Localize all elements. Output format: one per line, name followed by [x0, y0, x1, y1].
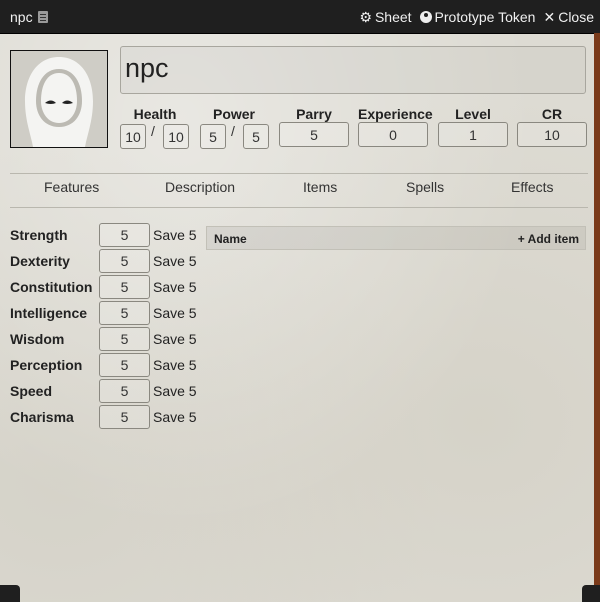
tabs-bottom-divider — [10, 207, 588, 208]
attribute-label: Strength — [10, 227, 68, 243]
header-actions: ⚙ Sheet Prototype Token ✕ Close — [359, 9, 594, 25]
level-label: Level — [455, 106, 491, 122]
attribute-row-constitution: Constitution 5 Save 5 — [10, 275, 200, 299]
power-value-input[interactable]: 5 — [200, 124, 226, 149]
prototype-token-button[interactable]: Prototype Token — [419, 8, 536, 25]
window-title: npc — [10, 9, 48, 25]
window-title-text: npc — [10, 8, 33, 25]
resize-handle[interactable] — [582, 585, 600, 602]
sheet-button-label: Sheet — [374, 8, 412, 25]
attribute-row-wisdom: Wisdom 5 Save 5 — [10, 327, 200, 351]
attribute-save[interactable]: Save 5 — [153, 227, 197, 243]
parry-label: Parry — [296, 106, 332, 122]
items-name-column-header: Name — [214, 232, 247, 246]
attribute-save[interactable]: Save 5 — [153, 305, 197, 321]
power-max-input[interactable]: 5 — [243, 124, 269, 149]
tabs-top-divider — [10, 173, 588, 174]
parry-stat: Parry 5 — [279, 106, 349, 147]
power-separator: / — [231, 123, 235, 139]
attribute-save[interactable]: Save 5 — [153, 279, 197, 295]
experience-input[interactable]: 0 — [358, 122, 428, 147]
attribute-save[interactable]: Save 5 — [153, 357, 197, 373]
document-id-icon[interactable] — [37, 10, 48, 23]
sheet-tabs: Features Description Items Spells Effect… — [10, 179, 588, 201]
window-edge-strip — [594, 33, 600, 602]
actor-name-input[interactable]: npc — [120, 46, 586, 94]
attribute-value-input[interactable]: 5 — [99, 223, 150, 247]
attribute-label: Dexterity — [10, 253, 70, 269]
attribute-row-strength: Strength 5 Save 5 — [10, 223, 200, 247]
attribute-value-input[interactable]: 5 — [99, 275, 150, 299]
tab-spells[interactable]: Spells — [406, 179, 444, 195]
experience-stat: Experience 0 — [358, 106, 433, 147]
attribute-row-perception: Perception 5 Save 5 — [10, 353, 200, 377]
attribute-row-intelligence: Intelligence 5 Save 5 — [10, 301, 200, 325]
attribute-label: Wisdom — [10, 331, 65, 347]
attribute-value-input[interactable]: 5 — [99, 249, 150, 273]
prototype-token-label: Prototype Token — [434, 8, 536, 25]
attribute-save[interactable]: Save 5 — [153, 253, 197, 269]
close-button[interactable]: ✕ Close — [543, 9, 594, 25]
close-icon: ✕ — [543, 8, 556, 25]
items-table-header: Name + Add item — [206, 226, 586, 250]
window-titlebar[interactable]: npc ⚙ Sheet Prototype Token ✕ Close — [0, 0, 600, 34]
attribute-value-input[interactable]: 5 — [99, 353, 150, 377]
hooded-figure-icon — [25, 57, 93, 147]
attribute-value-input[interactable]: 5 — [99, 379, 150, 403]
tab-effects[interactable]: Effects — [511, 179, 554, 195]
cr-input[interactable]: 10 — [517, 122, 587, 147]
power-stat: Power — [199, 106, 269, 122]
level-input[interactable]: 1 — [438, 122, 508, 147]
actor-sheet-window: npc ⚙ Sheet Prototype Token ✕ Close npc … — [0, 0, 600, 602]
attribute-row-dexterity: Dexterity 5 Save 5 — [10, 249, 200, 273]
health-value-input[interactable]: 10 — [120, 124, 146, 149]
cr-label: CR — [541, 106, 563, 122]
attribute-label: Intelligence — [10, 305, 88, 321]
sheet-button[interactable]: ⚙ Sheet — [359, 9, 411, 25]
add-item-button[interactable]: + Add item — [518, 232, 579, 246]
attribute-label: Speed — [10, 383, 53, 399]
attribute-value-input[interactable]: 5 — [99, 301, 150, 325]
user-circle-icon — [419, 10, 432, 23]
tab-items[interactable]: Items — [303, 179, 337, 195]
attribute-row-speed: Speed 5 Save 5 — [10, 379, 200, 403]
attribute-label: Charisma — [10, 409, 74, 425]
attribute-row-charisma: Charisma 5 Save 5 — [10, 405, 200, 429]
attribute-value-input[interactable]: 5 — [99, 327, 150, 351]
attribute-value-input[interactable]: 5 — [99, 405, 150, 429]
tab-description[interactable]: Description — [165, 179, 235, 195]
health-label: Health — [133, 106, 177, 122]
health-stat: Health — [120, 106, 190, 122]
gear-icon: ⚙ — [359, 8, 372, 25]
close-button-label: Close — [558, 8, 594, 25]
tab-features[interactable]: Features — [44, 179, 99, 195]
power-label: Power — [212, 106, 255, 122]
experience-label: Experience — [358, 106, 433, 122]
cr-stat: CR 10 — [517, 106, 587, 147]
attribute-save[interactable]: Save 5 — [153, 409, 197, 425]
level-stat: Level 1 — [438, 106, 508, 147]
actor-portrait[interactable] — [10, 50, 108, 148]
attribute-label: Constitution — [10, 279, 93, 295]
bottom-left-handle[interactable] — [0, 585, 20, 602]
health-separator: / — [151, 123, 155, 139]
attribute-save[interactable]: Save 5 — [153, 331, 197, 347]
parry-input[interactable]: 5 — [279, 122, 349, 147]
health-max-input[interactable]: 10 — [163, 124, 189, 149]
attribute-save[interactable]: Save 5 — [153, 383, 197, 399]
attribute-label: Perception — [10, 357, 83, 373]
